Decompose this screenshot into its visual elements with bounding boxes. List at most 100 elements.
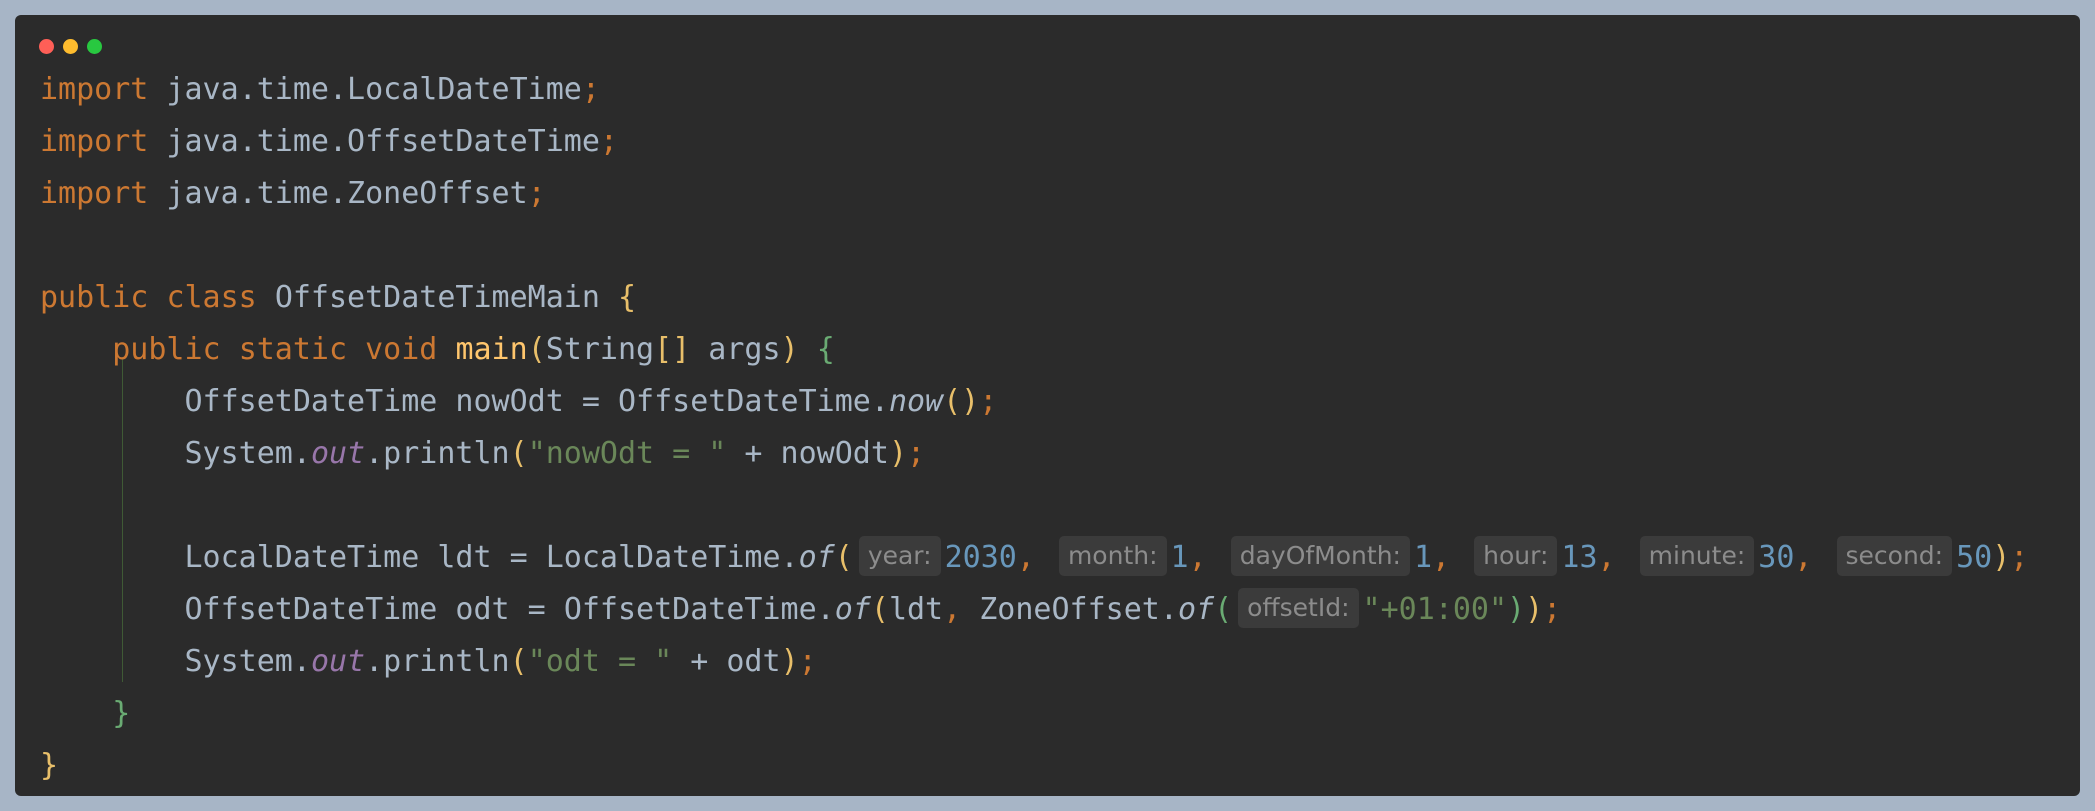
paren: ) [1507,592,1526,627]
paren: ( [509,436,528,471]
param-hint: dayOfMonth: [1230,536,1410,576]
paren: ) [888,436,907,471]
code-line-14: } [40,740,2028,792]
semicolon: ; [798,644,817,679]
keyword: public [40,280,149,315]
paren: ) [780,332,799,367]
code-line-13: } [40,688,2028,740]
variable-decl: ldt = [419,540,546,575]
code-line-5: public class OffsetDateTimeMain { [40,272,2028,324]
paren: ( [1214,592,1233,627]
comma: , [1432,540,1451,575]
code-line-10: LocalDateTime ldt = LocalDateTime.of(yea… [40,532,2028,584]
static-field: out [310,644,366,679]
code-block: import java.time.LocalDateTime; import j… [40,64,2028,792]
string-literal: "+01:00" [1362,592,1508,627]
comma: , [1794,540,1813,575]
expression: + odt [672,644,781,679]
import-path: java.time.LocalDateTime [148,72,582,107]
code-line-6: public static void main(String[] args) { [40,324,2028,376]
keyword: public [112,332,221,367]
param-type: String [545,332,655,367]
paren: ) [1992,540,2011,575]
variable-decl: odt = [437,592,564,627]
code-line-11: OffsetDateTime odt = OffsetDateTime.of(l… [40,584,2028,636]
code-line-3: import java.time.ZoneOffset; [40,168,2028,220]
number-literal: 13 [1561,540,1598,575]
static-method: of [834,592,871,627]
brace: } [40,748,59,783]
comma: , [1016,540,1035,575]
keyword: import [40,124,149,159]
expression: + nowOdt [726,436,889,471]
semicolon: ; [907,436,926,471]
param-hint: month: [1058,536,1167,576]
semicolon: ; [2010,540,2029,575]
type-name: LocalDateTime [184,540,420,575]
paren: ( [509,644,528,679]
keyword: import [40,176,149,211]
paren: ( [527,332,546,367]
code-line-2: import java.time.OffsetDateTime; [40,116,2028,168]
keyword: class [166,280,257,315]
param-hint: hour: [1474,536,1558,576]
class-ref: OffsetDateTime. [618,384,889,419]
static-field: out [310,436,366,471]
static-method: now [888,384,944,419]
semicolon: ; [1543,592,1562,627]
brace: { [816,332,835,367]
semicolon: ; [581,72,600,107]
import-path: java.time.ZoneOffset [148,176,528,211]
comma: , [1597,540,1616,575]
paren: ) [780,644,799,679]
static-method: of [1177,592,1215,627]
semicolon: ; [979,384,998,419]
param-name: args [690,332,781,367]
param-hint: minute: [1639,536,1755,576]
number-literal: 1 [1170,540,1189,575]
array-brackets: [] [654,332,691,367]
param-hint: offsetId: [1238,588,1359,628]
class-ref: OffsetDateTime. [563,592,835,627]
paren: () [943,384,980,419]
paren: ( [834,540,853,575]
code-line-8: System.out.println("nowOdt = " + nowOdt)… [40,428,2028,480]
code-line-12: System.out.println("odt = " + odt); [40,636,2028,688]
string-literal: "nowOdt = " [527,436,727,471]
class-ref: ZoneOffset. [961,592,1178,627]
code-line-7: OffsetDateTime nowOdt = OffsetDateTime.n… [40,376,2028,428]
keyword: import [40,72,149,107]
static-method: of [798,540,835,575]
class-ref: System. [184,644,311,679]
brace: } [112,696,131,731]
number-literal: 2030 [944,540,1017,575]
method-name: main [455,332,528,367]
variable-decl: nowOdt = [437,384,618,419]
paren: ) [1525,592,1544,627]
brace: { [617,280,637,315]
class-name: OffsetDateTimeMain [274,280,600,315]
maximize-window-button[interactable] [87,39,102,54]
param-hint: second: [1836,536,1953,576]
comma: , [943,592,962,627]
string-literal: "odt = " [527,644,673,679]
number-literal: 1 [1413,540,1433,575]
number-literal: 30 [1758,540,1795,575]
code-editor-window: import java.time.LocalDateTime; import j… [15,15,2080,796]
argument: ldt [888,592,944,627]
class-ref: LocalDateTime. [545,540,799,575]
close-window-button[interactable] [39,39,54,54]
keyword: void [365,332,438,367]
import-path: java.time.OffsetDateTime [148,124,600,159]
keyword: static [238,332,348,367]
minimize-window-button[interactable] [63,39,78,54]
param-hint: year: [858,536,941,576]
method-call: .println [365,436,510,471]
paren: ( [870,592,889,627]
type-name: OffsetDateTime [184,592,438,627]
method-call: .println [365,644,510,679]
code-line-1: import java.time.LocalDateTime; [40,64,2028,116]
semicolon: ; [527,176,546,211]
